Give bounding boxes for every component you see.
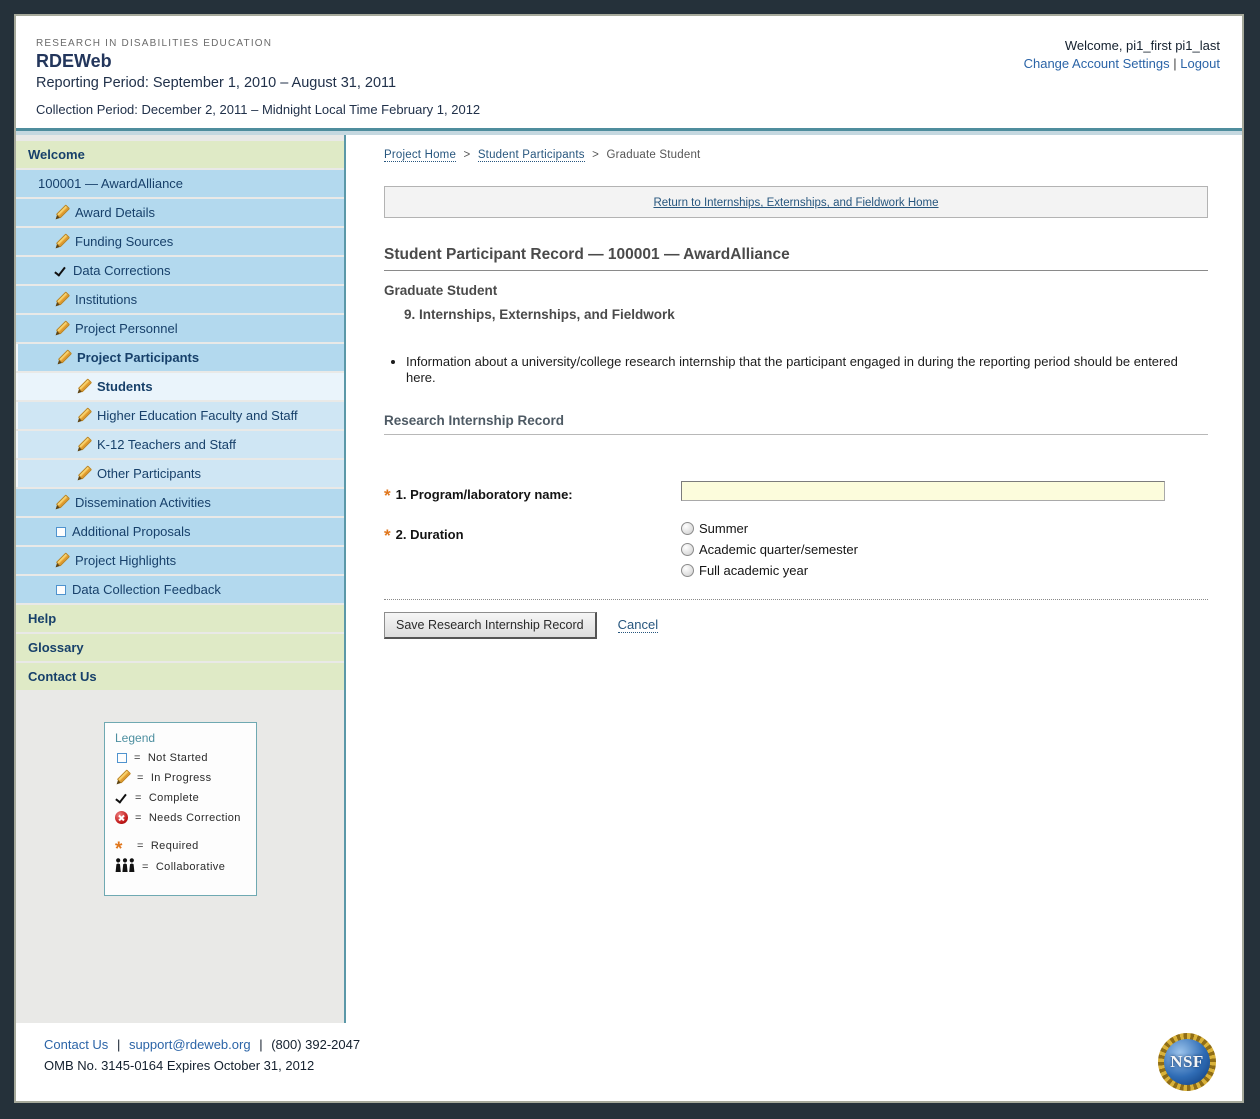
radio-button[interactable] [681,564,694,577]
pencil-icon [54,234,69,249]
legend-item-collaborative: = Collaborative [115,858,248,875]
sidebar-item-help[interactable]: Help [16,605,344,632]
main-content: Project Home > Student Participants > Gr… [346,135,1242,1023]
footer-omb: OMB No. 3145-0164 Expires October 31, 20… [44,1058,1242,1073]
sidebar-item-award[interactable]: 100001 — AwardAlliance [16,170,344,197]
sidebar-item-data-corrections[interactable]: Data Corrections [16,257,344,284]
pencil-icon [54,292,69,307]
breadcrumb-student-participants-link[interactable]: Student Participants [478,149,585,162]
duration-option-summer: Summer [681,521,858,536]
page-footer: Contact Us | support@rdeweb.org | (800) … [16,1023,1242,1101]
breadcrumb: Project Home > Student Participants > Gr… [384,149,1208,161]
legend-item-complete: = Complete [115,791,248,805]
return-home-link[interactable]: Return to Internships, Externships, and … [653,197,938,209]
page-title: Student Participant Record — 100001 — Aw… [384,246,1208,271]
sidebar-item-additional-proposals[interactable]: Additional Proposals [16,518,344,545]
pencil-icon [76,379,91,394]
footer-contact-line: Contact Us | support@rdeweb.org | (800) … [44,1037,1242,1052]
section-heading: 9. Internships, Externships, and Fieldwo… [404,307,1208,322]
breadcrumb-current: Graduate Student [606,149,700,161]
program-name-row: *1. Program/laboratory name: [384,481,1208,504]
sidebar-item-higher-education[interactable]: Higher Education Faculty and Staff [16,402,344,429]
check-icon [115,791,128,805]
sidebar-item-dissemination[interactable]: Dissemination Activities [16,489,344,516]
pencil-icon [56,350,71,365]
sidebar-item-project-personnel[interactable]: Project Personnel [16,315,344,342]
cancel-link[interactable]: Cancel [618,617,658,633]
radio-button[interactable] [681,543,694,556]
legend-item-needs-correction: = Needs Correction [115,811,248,824]
duration-row: *2. Duration Summer Academic quarter/sem… [384,521,1208,578]
header-separator: | [1173,56,1176,71]
sidebar-item-contact-us[interactable]: Contact Us [16,663,344,690]
program-name-label: *1. Program/laboratory name: [384,481,681,504]
sidebar-item-award-details[interactable]: Award Details [16,199,344,226]
pencil-icon [115,770,130,785]
info-bullet: Information about a university/college r… [406,354,1208,387]
sidebar-item-project-participants[interactable]: Project Participants [16,344,344,371]
pencil-icon [54,553,69,568]
footer-email-link[interactable]: support@rdeweb.org [129,1037,251,1052]
nsf-logo: NSF [1158,1033,1216,1091]
sidebar-item-welcome[interactable]: Welcome [16,141,344,168]
legend-title: Legend [115,731,248,745]
pencil-icon [76,466,91,481]
sidebar-item-students[interactable]: Students [16,373,344,400]
sidebar-item-project-highlights[interactable]: Project Highlights [16,547,344,574]
breadcrumb-project-home-link[interactable]: Project Home [384,149,456,162]
form-heading: Research Internship Record [384,413,1208,435]
duration-label: *2. Duration [384,521,681,578]
sidebar-item-k12-teachers[interactable]: K-12 Teachers and Staff [16,431,344,458]
form-separator [384,599,1208,600]
form-actions: Save Research Internship Record Cancel [384,612,1208,639]
pencil-icon [54,321,69,336]
program-name-input[interactable] [681,481,1165,501]
change-account-settings-link[interactable]: Change Account Settings [1024,56,1170,71]
legend: Legend = Not Started = In Progress = [104,722,257,896]
duration-options: Summer Academic quarter/semester Full ac… [681,521,858,578]
pencil-icon [76,408,91,423]
legend-item-required: * = Required [115,840,248,852]
sidebar-item-glossary[interactable]: Glossary [16,634,344,661]
sidebar-item-funding-sources[interactable]: Funding Sources [16,228,344,255]
not-started-icon [56,527,66,537]
sidebar-item-data-collection-feedback[interactable]: Data Collection Feedback [16,576,344,603]
app-window: RESEARCH IN DISABILITIES EDUCATION RDEWe… [14,14,1244,1103]
footer-contact-us-link[interactable]: Contact Us [44,1037,108,1052]
required-asterisk-icon: * [384,486,391,505]
legend-item-in-progress: = In Progress [115,770,248,785]
duration-option-quarter: Academic quarter/semester [681,542,858,557]
error-icon [115,811,128,824]
legend-item-not-started: = Not Started [115,752,248,764]
people-icon [115,858,135,875]
graduate-student-heading: Graduate Student [384,283,1208,298]
footer-phone: (800) 392-2047 [271,1037,360,1052]
return-home-bar: Return to Internships, Externships, and … [384,186,1208,218]
pencil-icon [76,437,91,452]
duration-option-full-year: Full academic year [681,563,858,578]
not-started-icon [56,585,66,595]
sidebar-item-other-participants[interactable]: Other Participants [16,460,344,487]
save-research-internship-button[interactable]: Save Research Internship Record [384,612,597,639]
page-header: RESEARCH IN DISABILITIES EDUCATION RDEWe… [16,16,1242,128]
info-bullets: Information about a university/college r… [406,354,1208,387]
logout-link[interactable]: Logout [1180,56,1220,71]
collection-period: Collection Period: December 2, 2011 – Mi… [36,102,1222,117]
sidebar: Welcome 100001 — AwardAlliance Award Det… [16,135,346,1023]
asterisk-icon: * [115,845,130,855]
radio-button[interactable] [681,522,694,535]
sidebar-item-institutions[interactable]: Institutions [16,286,344,313]
square-icon [117,753,127,763]
check-icon [54,264,67,278]
pencil-icon [54,205,69,220]
required-asterisk-icon: * [384,526,391,545]
pencil-icon [54,495,69,510]
welcome-user: Welcome, pi1_first pi1_last [1024,38,1220,53]
reporting-period: Reporting Period: September 1, 2010 – Au… [36,75,1222,91]
